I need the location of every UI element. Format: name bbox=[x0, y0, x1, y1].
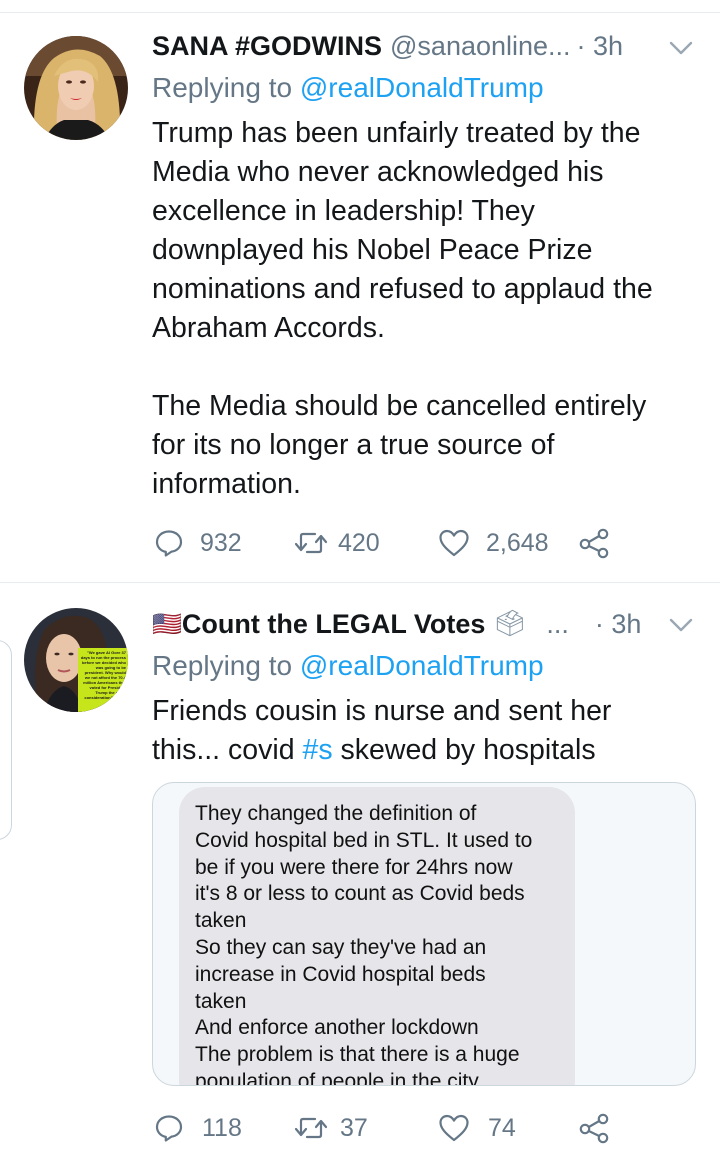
tweet-actions: 118 37 74 bbox=[152, 1108, 632, 1148]
reply-mention-link[interactable]: @realDonaldTrump bbox=[300, 650, 544, 681]
tweet-divider bbox=[0, 582, 720, 583]
retweet-count: 37 bbox=[340, 1113, 368, 1142]
message-line: They changed the definition of bbox=[195, 802, 477, 825]
replying-to-label: Replying to bbox=[152, 72, 293, 103]
message-line: Covid hospital bed in STL. It used to bbox=[195, 828, 533, 852]
reply-icon bbox=[155, 1115, 183, 1142]
tweet-text: Friends cousin is nurse and sent her thi… bbox=[152, 692, 700, 770]
tweet-text-line: Media who never acknowledged his bbox=[152, 156, 604, 188]
tweet-text-line: Abraham Accords. bbox=[152, 312, 385, 344]
retweet-button[interactable]: 420 bbox=[294, 523, 380, 563]
like-count: 74 bbox=[488, 1113, 516, 1142]
message-line: taken bbox=[195, 909, 247, 933]
tweet-text-line: Trump has been unfairly treated by the bbox=[152, 117, 641, 149]
tweet-text-segment: this... covid bbox=[152, 734, 303, 766]
tweet-actions: 932 420 2,648 bbox=[152, 523, 632, 563]
tweet-text-segment: skewed by hospitals bbox=[332, 734, 596, 766]
retweet-button[interactable]: 37 bbox=[294, 1108, 368, 1148]
username[interactable]: ... bbox=[546, 609, 569, 640]
replying-to: Replying to @realDonaldTrump bbox=[152, 72, 544, 104]
flag-icon: 🇺🇸 bbox=[152, 610, 182, 638]
display-name[interactable]: Count the LEGAL Votes bbox=[182, 609, 486, 640]
tweet-text-line: for its no longer a true source of bbox=[152, 429, 555, 461]
reply-button[interactable]: 932 bbox=[154, 523, 242, 563]
share-button[interactable] bbox=[578, 1108, 610, 1148]
retweet-count: 420 bbox=[338, 528, 380, 557]
replying-to: Replying to @realDonaldTrump bbox=[152, 650, 544, 682]
message-line: it's 8 or less to count as Covid beds bbox=[195, 882, 525, 906]
top-divider bbox=[0, 12, 720, 13]
share-icon bbox=[579, 528, 609, 559]
tweet-text-line: excellence in leadership! They bbox=[152, 195, 535, 227]
text-message-bubble: They changed the definition of Covid hos… bbox=[179, 787, 575, 1086]
retweet-icon bbox=[294, 532, 328, 554]
like-button[interactable]: 74 bbox=[438, 1108, 516, 1148]
tweet-text-line: downplayed his Nobel Peace Prize bbox=[152, 234, 593, 266]
side-panel-handle[interactable] bbox=[0, 640, 12, 840]
reply-icon bbox=[155, 530, 183, 557]
media-image[interactable]: They changed the definition of Covid hos… bbox=[152, 782, 696, 1086]
avatar[interactable] bbox=[24, 36, 128, 140]
heart-icon bbox=[439, 1114, 469, 1142]
reply-count: 932 bbox=[200, 528, 242, 557]
share-icon bbox=[579, 1113, 609, 1144]
message-line: So they can say they've had an bbox=[195, 935, 487, 959]
tweet-text-line: Friends cousin is nurse and sent her bbox=[152, 695, 612, 727]
hashtag-link[interactable]: #s bbox=[302, 734, 332, 766]
share-button[interactable] bbox=[578, 523, 610, 563]
message-line: be if you were there for 24hrs now bbox=[195, 855, 513, 879]
message-line: The problem is that there is a huge bbox=[195, 1043, 520, 1067]
ballot-box-icon: 🗳 bbox=[493, 609, 527, 639]
chevron-down-icon[interactable] bbox=[668, 38, 694, 58]
timestamp[interactable]: · 3h bbox=[595, 609, 642, 640]
tweet-text-line: nominations and refused to applaud the bbox=[152, 273, 653, 305]
like-button[interactable]: 2,648 bbox=[438, 523, 549, 563]
replying-to-label: Replying to bbox=[152, 650, 293, 681]
tweet-text-line: information. bbox=[152, 468, 301, 500]
reply-button[interactable]: 118 bbox=[154, 1108, 242, 1148]
reply-mention-link[interactable]: @realDonaldTrump bbox=[300, 72, 544, 103]
avatar-caption: "We gave Al Gore 37 days to run the proc… bbox=[80, 650, 126, 705]
retweet-icon bbox=[294, 1117, 328, 1139]
avatar-photo-1 bbox=[24, 36, 128, 140]
message-line: And enforce another lockdown bbox=[195, 1016, 479, 1040]
tweet-text-line: The Media should be cancelled entirely bbox=[152, 390, 647, 422]
tweet-text: Trump has been unfairly treated by the M… bbox=[152, 114, 700, 504]
heart-icon bbox=[439, 529, 469, 557]
like-count: 2,648 bbox=[486, 528, 549, 557]
chevron-down-icon[interactable] bbox=[668, 615, 694, 635]
timestamp[interactable]: · 3h bbox=[577, 31, 624, 62]
tweet-header: 🇺🇸 Count the LEGAL Votes 🗳 ... · 3h bbox=[152, 606, 641, 642]
tweet-text-line: this... covid #s skewed by hospitals bbox=[152, 731, 700, 770]
message-line: taken bbox=[195, 989, 247, 1013]
tweet-header: SANA #GODWINS @sanaonline... · 3h bbox=[152, 28, 623, 64]
reply-count: 118 bbox=[202, 1113, 242, 1142]
message-line: increase in Covid hospital beds bbox=[195, 962, 486, 986]
username[interactable]: @sanaonline... bbox=[390, 31, 571, 62]
message-line: population of people in the city bbox=[195, 1069, 479, 1086]
avatar[interactable]: "We gave Al Gore 37 days to run the proc… bbox=[24, 608, 128, 712]
tweet-text-line bbox=[152, 348, 700, 387]
display-name[interactable]: SANA #GODWINS bbox=[152, 31, 382, 62]
